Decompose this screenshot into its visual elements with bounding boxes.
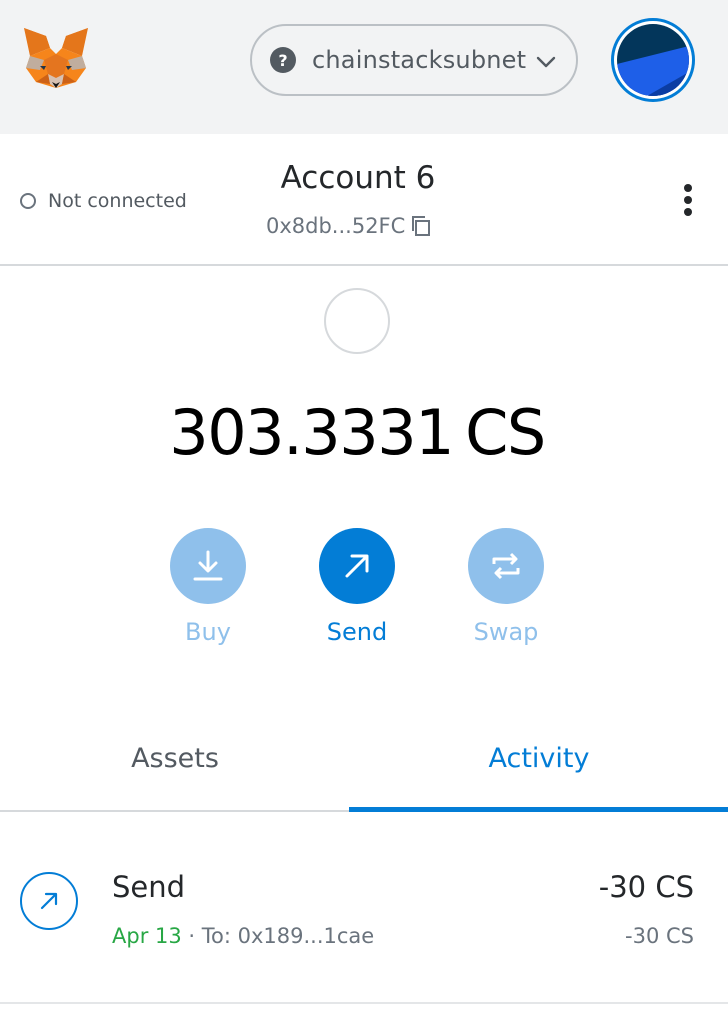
balance-amount: 303.3331 bbox=[169, 396, 454, 469]
tab-activity[interactable]: Activity bbox=[350, 704, 728, 812]
kebab-menu-icon[interactable] bbox=[676, 182, 700, 218]
metamask-fox-icon[interactable] bbox=[20, 26, 92, 92]
active-tab-indicator bbox=[349, 807, 728, 812]
tab-bar: Assets Activity bbox=[0, 704, 728, 812]
swap-arrows-icon bbox=[492, 552, 520, 580]
transaction-amount: -30 CS bbox=[598, 870, 694, 904]
activity-list-item[interactable]: Send Apr 13 · To: 0x189...1cae -30 CS -3… bbox=[0, 814, 728, 1004]
balance-symbol: CS bbox=[465, 396, 546, 469]
token-icon bbox=[324, 288, 390, 354]
download-icon bbox=[193, 550, 223, 581]
account-name: Account 6 bbox=[280, 160, 436, 196]
tab-assets[interactable]: Assets bbox=[0, 704, 350, 812]
transaction-secondary-amount: -30 CS bbox=[625, 924, 694, 948]
network-help-icon: ? bbox=[270, 47, 296, 73]
buy-label: Buy bbox=[185, 618, 231, 646]
transaction-date: Apr 13 bbox=[112, 924, 182, 948]
account-bar: Not connected Account 6 0x8db...52FC bbox=[0, 134, 728, 266]
send-label: Send bbox=[326, 618, 388, 646]
copy-icon bbox=[412, 216, 431, 236]
transaction-title: Send bbox=[112, 870, 186, 904]
buy-button[interactable]: Buy bbox=[148, 528, 268, 646]
transaction-recipient: To: 0x189...1cae bbox=[201, 924, 375, 948]
account-address-copy[interactable]: 0x8db...52FC bbox=[266, 214, 433, 238]
account-address: 0x8db...52FC bbox=[266, 214, 406, 238]
network-name: chainstacksubnet bbox=[312, 46, 527, 74]
network-selector[interactable]: ? chainstacksubnet bbox=[250, 24, 578, 96]
transaction-subtitle: Apr 13 · To: 0x189...1cae bbox=[112, 924, 374, 948]
send-button[interactable]: Send bbox=[297, 528, 417, 646]
account-avatar-button[interactable] bbox=[611, 18, 695, 102]
swap-button[interactable]: Swap bbox=[446, 528, 566, 646]
account-identicon bbox=[617, 24, 689, 96]
transaction-separator: · bbox=[181, 924, 202, 948]
send-transaction-icon bbox=[20, 872, 78, 930]
arrow-up-right-icon bbox=[345, 554, 369, 578]
balance-display: 303.3331 CS bbox=[0, 396, 714, 469]
arrow-up-right-icon bbox=[40, 892, 58, 910]
swap-label: Swap bbox=[473, 618, 539, 646]
wallet-app: ? chainstacksubnet Not connected Account… bbox=[0, 0, 728, 1024]
app-header: ? chainstacksubnet bbox=[0, 0, 728, 134]
chevron-down-icon bbox=[536, 56, 556, 68]
